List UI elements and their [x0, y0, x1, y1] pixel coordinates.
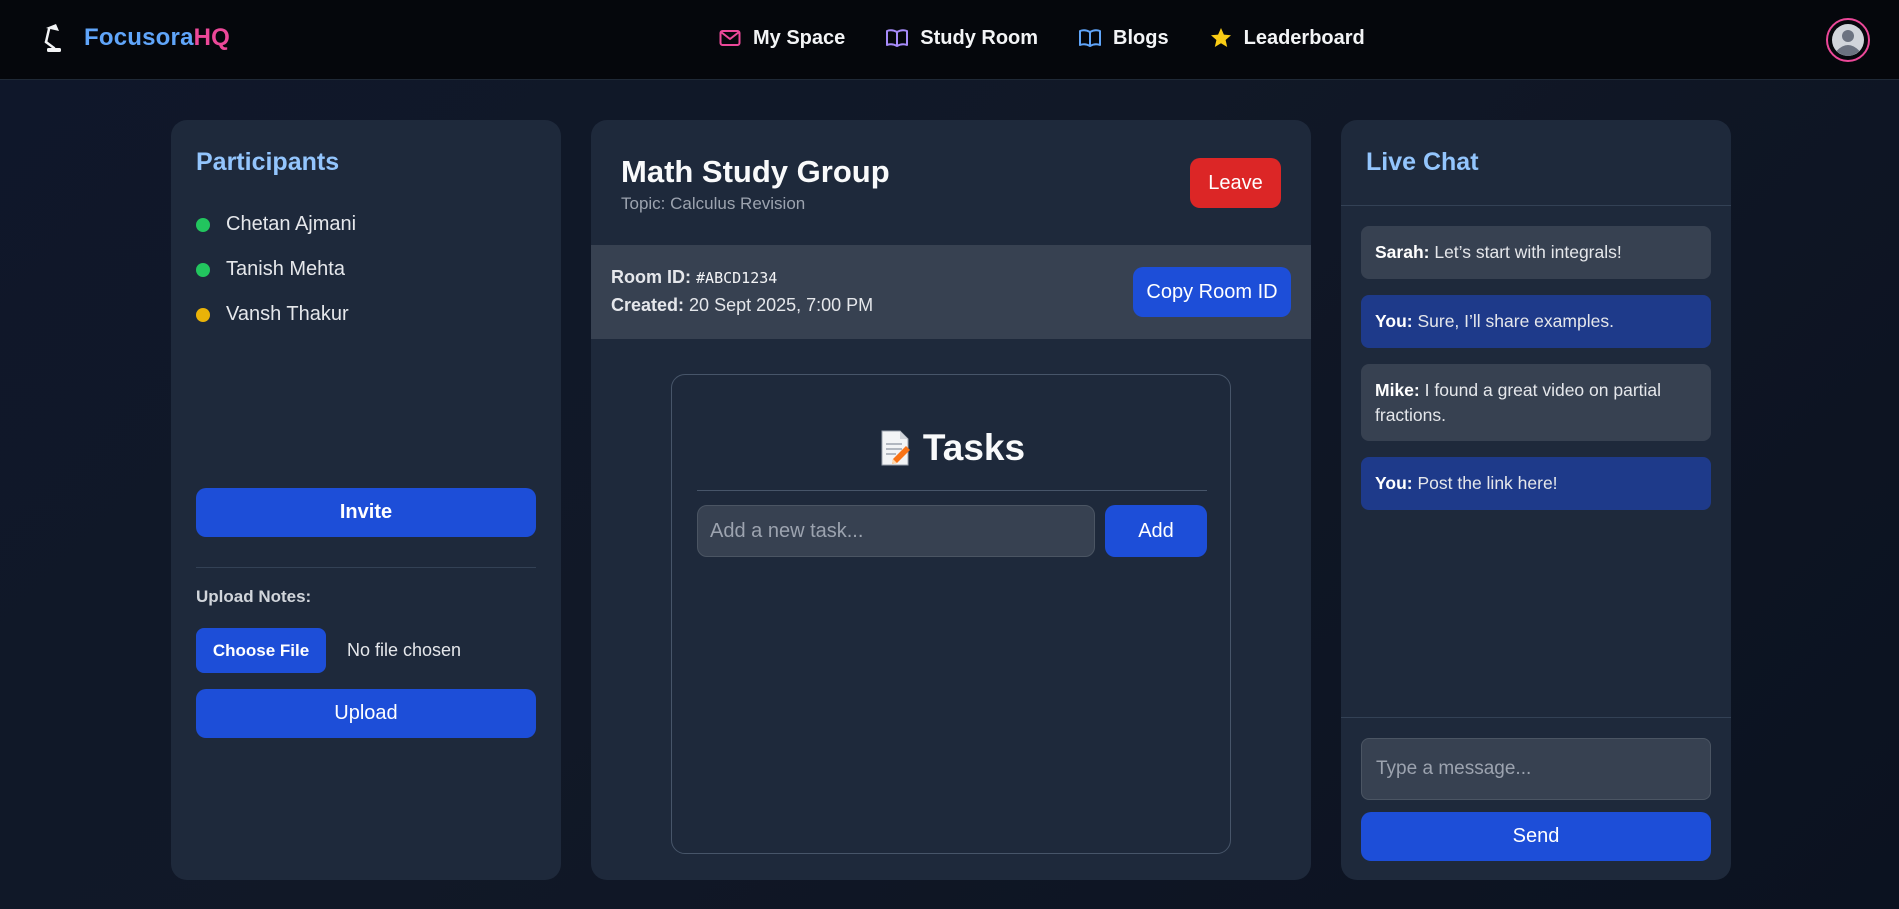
desk-lamp-icon	[44, 24, 61, 52]
live-chat-panel: Live Chat Sarah: Let’s start with integr…	[1341, 120, 1731, 880]
created-label: Created:	[611, 295, 685, 315]
participant-name: Vansh Thakur	[226, 303, 349, 325]
online-status-icon	[196, 262, 210, 277]
message-text: Sure, I’ll share examples.	[1417, 310, 1614, 331]
divider	[1341, 717, 1731, 718]
upload-notes-label: Upload Notes:	[196, 587, 312, 606]
message-text: Post the link here!	[1417, 473, 1558, 494]
participants-list: Chetan Ajmani Tanish Mehta Vansh Thakur	[196, 202, 356, 337]
created-value: 20 Sept 2025, 7:00 PM	[689, 295, 874, 315]
top-navbar: FocusoraHQ My Space Study Room Blogs Lea…	[0, 0, 1899, 80]
participant-item: Chetan Ajmani	[196, 202, 356, 247]
nav-link-label: My Space	[753, 26, 846, 49]
nav-link-blogs[interactable]: Blogs	[1078, 26, 1169, 50]
study-room-panel: Math Study Group Topic: Calculus Revisio…	[591, 120, 1311, 880]
chat-message: Sarah: Let’s start with integrals!	[1361, 226, 1711, 279]
chat-message: Mike: I found a great video on partial f…	[1361, 363, 1711, 442]
nav-link-study-room[interactable]: Study Room	[885, 26, 1038, 50]
chat-message-input[interactable]	[1361, 738, 1711, 800]
nav-link-label: Study Room	[920, 26, 1039, 49]
room-id-value: #ABCD1234	[696, 269, 778, 287]
participants-title: Participants	[196, 148, 340, 176]
brand[interactable]: FocusoraHQ	[40, 22, 230, 54]
divider	[1341, 205, 1731, 206]
room-info-bar: Room ID: #ABCD1234 Created: 20 Sept 2025…	[591, 245, 1311, 339]
add-task-button[interactable]: Add	[1105, 505, 1207, 557]
tasks-card: Tasks Add	[671, 374, 1231, 854]
message-sender: Sarah:	[1375, 242, 1430, 262]
chat-message: You: Post the link here!	[1361, 457, 1711, 511]
choose-file-button[interactable]: Choose File	[196, 628, 326, 673]
participant-item: Tanish Mehta	[196, 247, 356, 292]
created-line: Created: 20 Sept 2025, 7:00 PM	[611, 295, 873, 316]
book-icon	[1079, 29, 1102, 47]
divider	[196, 567, 536, 568]
nav-link-label: Blogs	[1113, 26, 1169, 49]
book-open-icon	[886, 29, 909, 47]
room-id-label: Room ID:	[611, 267, 691, 287]
chat-messages: Sarah: Let’s start with integrals! You: …	[1361, 226, 1711, 526]
room-id-line: Room ID: #ABCD1234	[611, 267, 777, 288]
message-sender: You:	[1375, 473, 1413, 494]
participant-name: Tanish Mehta	[226, 258, 345, 280]
file-status-text: No file chosen	[347, 640, 462, 660]
divider	[697, 490, 1207, 491]
chat-message: You: Sure, I’ll share examples.	[1361, 294, 1711, 348]
brand-name-part1: Focusora	[84, 24, 194, 51]
new-task-input[interactable]	[697, 505, 1095, 557]
leave-button[interactable]: Leave	[1190, 158, 1281, 208]
brand-name-part2: HQ	[193, 24, 231, 51]
brand-name: FocusoraHQ	[84, 24, 230, 52]
room-title: Math Study Group	[621, 154, 890, 189]
nav-link-my-space[interactable]: My Space	[718, 26, 845, 50]
live-chat-title: Live Chat	[1366, 148, 1479, 176]
memo-icon	[881, 430, 910, 466]
user-avatar-icon	[1832, 24, 1864, 56]
nav-link-leaderboard[interactable]: Leaderboard	[1209, 26, 1365, 50]
send-button[interactable]: Send	[1361, 812, 1711, 861]
mail-icon	[719, 30, 741, 46]
invite-button[interactable]: Invite	[196, 488, 536, 537]
participant-item: Vansh Thakur	[196, 292, 356, 337]
tasks-header: Tasks	[672, 427, 1232, 469]
nav-links: My Space Study Room Blogs Leaderboard	[718, 26, 1365, 50]
away-status-icon	[196, 307, 210, 322]
copy-room-id-button[interactable]: Copy Room ID	[1133, 267, 1291, 317]
room-topic: Topic: Calculus Revision	[621, 194, 806, 213]
message-sender: Mike:	[1375, 379, 1420, 400]
message-text: Let’s start with integrals!	[1434, 242, 1622, 262]
upload-button[interactable]: Upload	[196, 689, 536, 738]
online-status-icon	[196, 217, 210, 232]
nav-link-label: Leaderboard	[1243, 26, 1365, 49]
user-avatar[interactable]	[1826, 18, 1870, 62]
message-sender: You:	[1375, 310, 1413, 331]
tasks-title: Tasks	[922, 427, 1026, 468]
participant-name: Chetan Ajmani	[226, 213, 357, 235]
participants-panel: Participants Chetan Ajmani Tanish Mehta …	[171, 120, 561, 880]
star-icon	[1210, 28, 1231, 47]
